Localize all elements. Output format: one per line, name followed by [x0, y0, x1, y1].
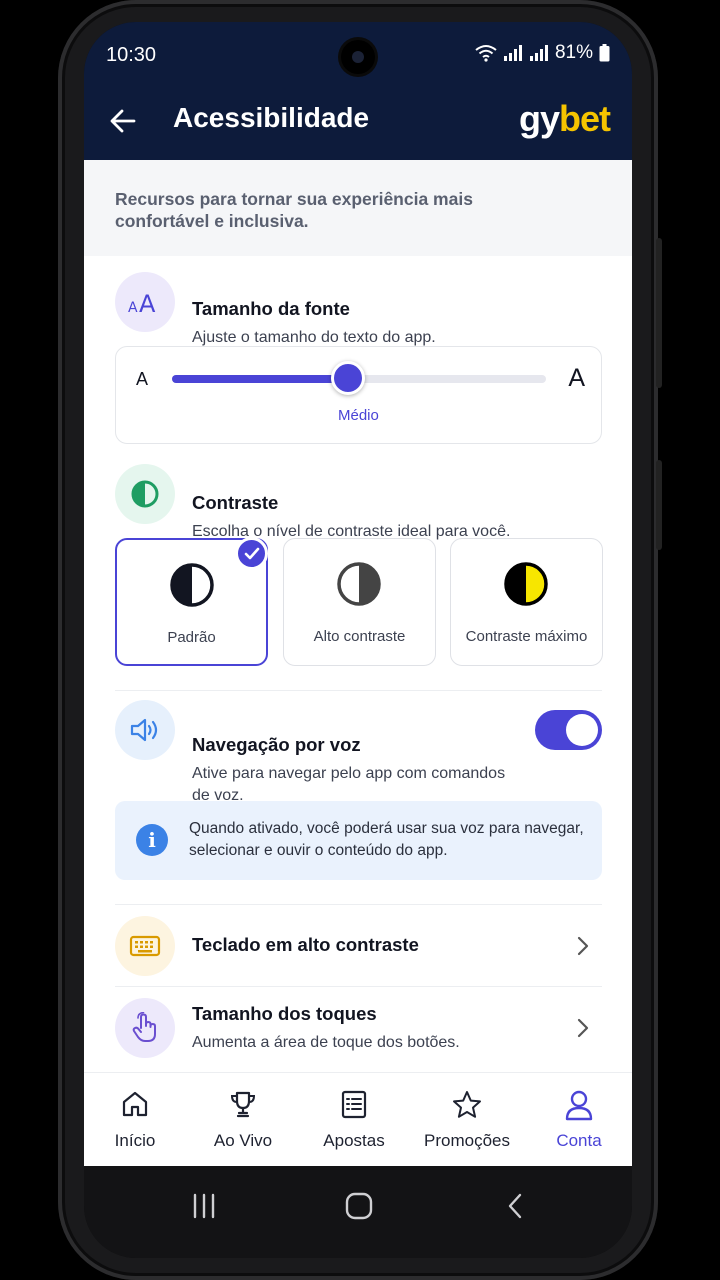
- user-icon: [565, 1090, 593, 1121]
- logo-part-bet: bet: [559, 98, 611, 139]
- signal-icon: [503, 45, 522, 61]
- chevron-right-icon: [577, 936, 589, 956]
- divider: [115, 904, 602, 905]
- touch-hand-icon: [115, 998, 175, 1058]
- contrast-title: Contraste: [192, 492, 279, 513]
- font-size-slider-fill: [172, 375, 348, 383]
- font-size-slider-thumb[interactable]: [330, 361, 365, 395]
- back-button-icon[interactable]: [506, 1192, 524, 1220]
- font-size-title: Tamanho da fonte: [192, 298, 350, 319]
- nav-label: Ao Vivo: [213, 1131, 273, 1150]
- nav-label: Apostas: [323, 1131, 385, 1150]
- voice-info-text: Quando ativado, você poderá usar sua voz…: [189, 820, 584, 859]
- check-icon: [235, 537, 268, 570]
- voice-nav-title: Navegação por voz: [192, 734, 361, 755]
- contrast-option-high[interactable]: Alto contraste: [283, 538, 436, 666]
- settings-content: Recursos para tornar sua experiência mai…: [84, 160, 632, 1072]
- contrast-icon: [115, 464, 175, 524]
- keyboard-row[interactable]: Teclado em alto contraste: [84, 908, 632, 984]
- gybet-logo: gybet: [518, 98, 611, 140]
- font-size-icon: A A: [115, 272, 175, 332]
- front-camera: [341, 40, 375, 74]
- voice-nav-toggle[interactable]: [535, 710, 602, 750]
- touch-size-subtitle: Aumenta a área de toque dos botões.: [192, 1034, 460, 1051]
- screen: 10:30 81% Acessibilidade gybet Recursos …: [84, 22, 632, 1258]
- battery-percent: 81%: [554, 42, 593, 63]
- info-icon: i: [136, 824, 168, 856]
- toggle-knob: [566, 714, 598, 746]
- wifi-icon: [475, 45, 497, 62]
- battery-icon: [599, 44, 610, 62]
- page-title: Acessibilidade: [173, 102, 370, 133]
- divider: [115, 690, 602, 691]
- status-icons: 81%: [475, 42, 610, 64]
- font-size-value: Médio: [338, 407, 379, 424]
- small-a-label: A: [136, 369, 149, 389]
- signal-2-icon: [529, 45, 548, 61]
- maximum-contrast-icon: [504, 562, 548, 606]
- svg-text:A: A: [139, 290, 156, 314]
- keyboard-icon: [115, 916, 175, 976]
- power-button: [656, 460, 662, 550]
- font-size-slider-card: A A Médio: [115, 346, 602, 444]
- nav-item-promocoes[interactable]: Promoções: [412, 1073, 522, 1167]
- bottom-navigation: Início Ao Vivo Apostas Promoções Conta: [84, 1072, 632, 1166]
- home-button-icon[interactable]: [345, 1192, 373, 1220]
- nav-item-inicio[interactable]: Início: [84, 1073, 190, 1167]
- contrast-option-maximum[interactable]: Contraste máximo: [450, 538, 603, 666]
- nav-item-ao-vivo[interactable]: Ao Vivo: [188, 1073, 298, 1167]
- recent-apps-icon[interactable]: [191, 1193, 217, 1219]
- contrast-option-label: Padrão: [167, 629, 216, 646]
- nav-label: Promoções: [424, 1131, 510, 1150]
- touch-size-title: Tamanho dos toques: [192, 1003, 377, 1024]
- back-arrow-icon[interactable]: [108, 106, 138, 136]
- voice-info-box: i Quando ativado, você poderá usar sua v…: [115, 801, 602, 880]
- nav-item-conta[interactable]: Conta: [524, 1073, 632, 1167]
- large-a-label: A: [568, 364, 585, 392]
- divider: [115, 986, 602, 987]
- system-navigation-bar: [84, 1166, 632, 1258]
- contrast-option-label: Contraste máximo: [465, 628, 588, 645]
- betslip-icon: [341, 1090, 367, 1119]
- app-header: 10:30 81% Acessibilidade gybet: [84, 22, 632, 160]
- chevron-right-icon: [577, 1018, 589, 1038]
- status-time: 10:30: [106, 44, 157, 66]
- contrast-option-label: Alto contraste: [313, 628, 406, 645]
- trophy-icon: [230, 1091, 256, 1118]
- svg-text:A: A: [128, 300, 138, 314]
- nav-item-apostas[interactable]: Apostas: [299, 1073, 409, 1167]
- keyboard-title: Teclado em alto contraste: [192, 934, 419, 955]
- nav-label: Conta: [556, 1131, 602, 1150]
- home-icon: [122, 1091, 148, 1117]
- intro-banner: Recursos para tornar sua experiência mai…: [84, 160, 632, 256]
- speaker-icon: [115, 700, 175, 760]
- nav-label: Início: [114, 1131, 156, 1150]
- logo-part-gy: gy: [518, 98, 560, 139]
- high-contrast-icon: [337, 562, 381, 606]
- volume-button: [656, 238, 662, 388]
- touch-size-row[interactable]: Tamanho dos toques Aumenta a área de toq…: [84, 988, 632, 1072]
- star-icon: [453, 1091, 481, 1118]
- standard-contrast-icon: [170, 563, 214, 607]
- intro-text: Recursos para tornar sua experiência mai…: [115, 189, 473, 231]
